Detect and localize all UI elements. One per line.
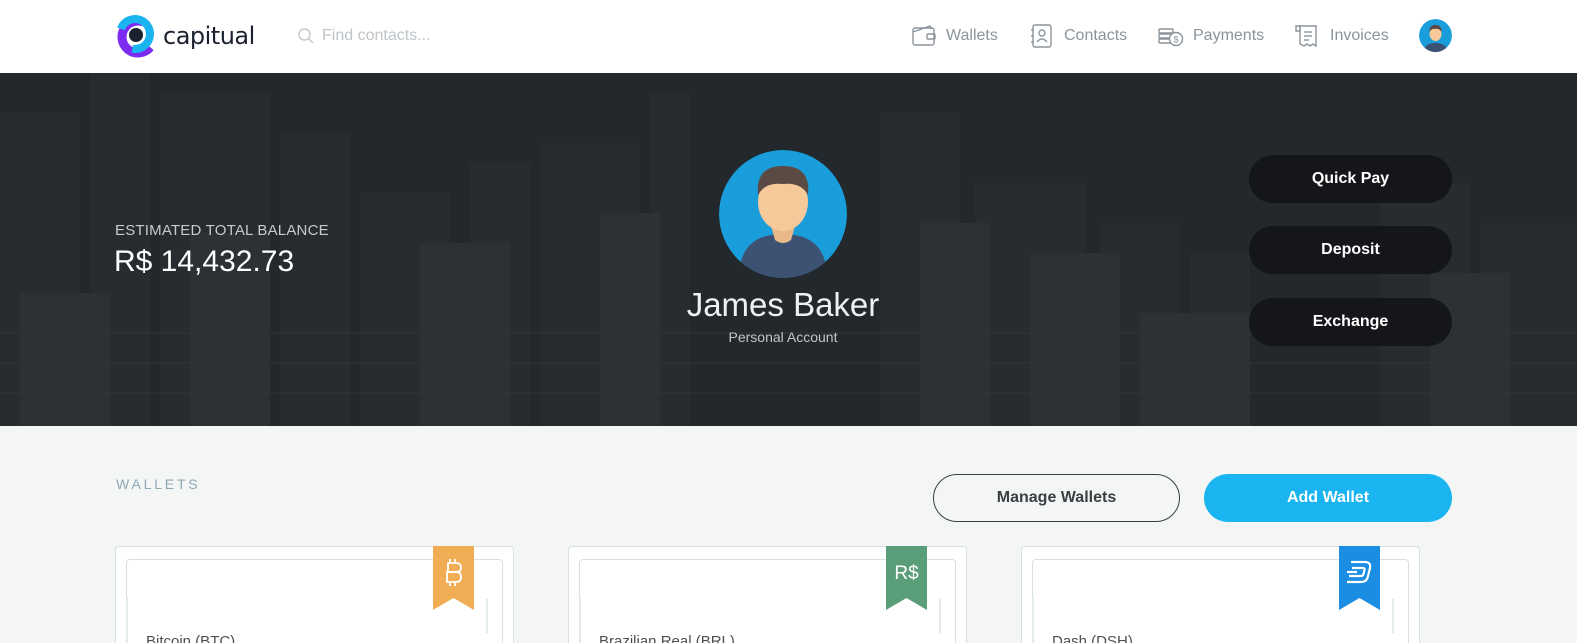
search-icon bbox=[298, 28, 314, 44]
user-avatar-icon bbox=[719, 150, 847, 278]
nav-item-contacts[interactable]: Contacts bbox=[1029, 20, 1127, 52]
wallet-icon bbox=[912, 25, 936, 46]
bitcoin-ribbon-icon bbox=[433, 546, 474, 610]
card-divider bbox=[579, 597, 581, 643]
quick-pay-button[interactable]: Quick Pay bbox=[1249, 155, 1452, 203]
add-wallet-button[interactable]: Add Wallet bbox=[1204, 474, 1452, 522]
profile-avatar bbox=[719, 150, 847, 278]
exchange-button[interactable]: Exchange bbox=[1249, 298, 1452, 346]
balance-value: R$ 14,432.73 bbox=[114, 245, 295, 278]
svg-text:$: $ bbox=[1173, 35, 1178, 45]
ribbon-symbol: R$ bbox=[894, 563, 919, 584]
nav-item-label: Payments bbox=[1193, 27, 1265, 44]
nav-item-label: Invoices bbox=[1330, 27, 1389, 44]
deposit-button[interactable]: Deposit bbox=[1249, 226, 1452, 274]
payments-icon: $ bbox=[1158, 28, 1184, 47]
brl-ribbon-icon: R$ bbox=[886, 546, 927, 610]
capitual-logo[interactable]: capitual bbox=[114, 13, 255, 59]
nav-item-payments[interactable]: $ Payments bbox=[1158, 20, 1264, 52]
profile-name: James Baker bbox=[686, 286, 880, 323]
card-divider bbox=[1392, 599, 1394, 633]
wallet-name: Dash (DSH) bbox=[1052, 633, 1133, 643]
wallets-section-title: WALLETS bbox=[116, 476, 201, 492]
nav-item-invoices[interactable]: Invoices bbox=[1295, 20, 1389, 52]
user-avatar-icon bbox=[1419, 19, 1452, 52]
balance-label: ESTIMATED TOTAL BALANCE bbox=[115, 222, 329, 239]
top-navbar: capitual Wallets Contacts bbox=[0, 0, 1577, 73]
account-type: Personal Account bbox=[728, 329, 838, 345]
contacts-icon bbox=[1031, 24, 1052, 48]
wallet-name: Bitcoin (BTC) bbox=[146, 633, 236, 643]
wallet-name: Brazilian Real (BRL) bbox=[599, 633, 735, 643]
manage-wallets-button[interactable]: Manage Wallets bbox=[933, 474, 1180, 522]
search-input[interactable] bbox=[322, 27, 542, 45]
card-divider bbox=[126, 597, 128, 643]
wallet-card-dsh[interactable]: Dash (DSH) bbox=[1021, 546, 1420, 643]
nav-item-label: Wallets bbox=[946, 27, 998, 44]
dash-ribbon-icon bbox=[1339, 546, 1380, 610]
wallet-card-btc[interactable]: Bitcoin (BTC) bbox=[115, 546, 514, 643]
nav-item-wallets[interactable]: Wallets bbox=[911, 20, 998, 52]
search-box bbox=[297, 24, 542, 48]
invoices-icon bbox=[1295, 25, 1317, 48]
wallet-card-brl[interactable]: Brazilian Real (BRL) R$ bbox=[568, 546, 967, 643]
card-divider bbox=[486, 599, 488, 633]
nav-item-label: Contacts bbox=[1064, 27, 1128, 44]
user-avatar-button[interactable] bbox=[1419, 19, 1452, 52]
account-hero: ESTIMATED TOTAL BALANCE R$ 14,432.73 Jam… bbox=[0, 73, 1577, 426]
capitual-logo-icon bbox=[116, 15, 159, 58]
logo-text: capitual bbox=[163, 22, 255, 50]
card-divider bbox=[939, 599, 941, 633]
card-divider bbox=[1032, 597, 1034, 643]
